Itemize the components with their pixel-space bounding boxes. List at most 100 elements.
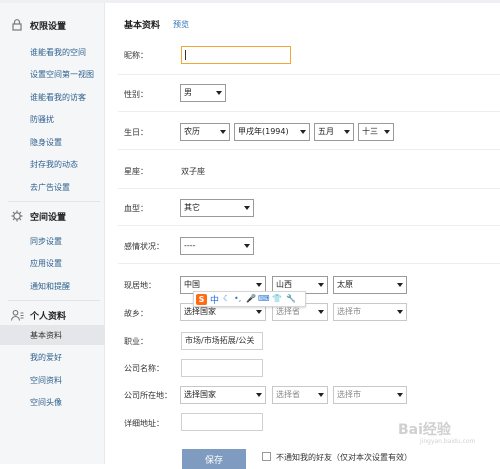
text-caret <box>185 50 186 60</box>
company-city-select[interactable]: 选择市 <box>333 386 407 404</box>
save-button[interactable]: 保存 <box>182 449 246 469</box>
sidebar-item-visitors[interactable]: 谁能看我的访客 <box>0 87 105 107</box>
sidebar-item-notifications[interactable]: 通知和提醒 <box>0 276 105 296</box>
sidebar-item-remove-ads[interactable]: 去广告设置 <box>0 177 105 197</box>
birth-year-select[interactable]: 甲戌年(1994) <box>234 123 310 141</box>
sidebar-item-label: 隐身设置 <box>30 138 62 147</box>
nickname-label: 昵称： <box>124 51 148 60</box>
divider <box>8 300 100 301</box>
calendar-type-value: 农历 <box>184 127 200 136</box>
dropdown-arrow-icon <box>318 393 324 397</box>
dropdown-arrow-icon <box>344 130 350 134</box>
sidebar-item-anti-harassment[interactable]: 防骚扰 <box>0 109 105 129</box>
dropdown-arrow-icon <box>397 393 403 397</box>
sidebar-item-hobbies[interactable]: 我的爱好 <box>0 347 105 367</box>
punctuation-icon[interactable]: •, <box>234 294 241 303</box>
residence-province-value: 山西 <box>276 280 292 289</box>
keyboard-icon[interactable]: ⌨ <box>258 294 270 303</box>
residence-city-select[interactable]: 太原 <box>333 276 407 294</box>
notify-checkbox-label: 不通知我的好友（仅对本次设置有效） <box>276 453 412 462</box>
nickname-input[interactable] <box>181 46 291 64</box>
birth-day-value: 十三 <box>362 127 378 136</box>
sidebar-item-label: 防骚扰 <box>30 115 54 124</box>
sidebar-item-label: 设置空间第一视图 <box>30 70 94 79</box>
section-space-header[interactable]: 空间设置 <box>0 205 105 227</box>
birthday-label: 生日： <box>124 128 148 137</box>
sidebar-item-invisible[interactable]: 隐身设置 <box>0 132 105 152</box>
watermark-text: Bai经验 <box>398 422 451 438</box>
dropdown-arrow-icon <box>244 206 250 210</box>
moon-icon[interactable]: ☾ <box>223 294 230 303</box>
watermark-logo: Bai经验 jingyan.baidu.com <box>398 419 475 445</box>
tools-icon[interactable]: 🔧 <box>286 294 296 303</box>
job-field[interactable]: 市场/市场拓展/公关 <box>181 332 263 350</box>
preview-link[interactable]: 预览 <box>173 19 189 30</box>
hometown-city-select[interactable]: 选择市 <box>333 303 407 321</box>
blood-type-select[interactable]: 其它 <box>180 199 254 217</box>
residence-city-value: 太原 <box>337 280 353 289</box>
company-country-select[interactable]: 选择国家 <box>180 386 266 404</box>
section-title: 空间设置 <box>30 213 67 223</box>
section-title: 个人资料 <box>30 312 67 322</box>
hometown-label: 故乡： <box>124 309 148 318</box>
ime-toolbar[interactable]: S 中 ☾ •, 🎤 ⌨ 👕 🔧 <box>193 291 306 307</box>
company-name-input[interactable] <box>181 359 263 377</box>
ime-mode-indicator[interactable]: 中 <box>210 293 219 306</box>
dropdown-arrow-icon <box>216 91 222 95</box>
birth-year-value: 甲戌年(1994) <box>238 127 289 136</box>
job-value: 市场/市场拓展/公关 <box>185 336 255 345</box>
sidebar-item-space-info[interactable]: 空间资料 <box>0 370 105 390</box>
lock-icon <box>10 18 24 32</box>
section-privacy-header[interactable]: 权限设置 <box>0 14 105 36</box>
calendar-type-select[interactable]: 农历 <box>180 123 230 141</box>
dropdown-arrow-icon <box>318 283 324 287</box>
gender-label: 性别： <box>124 90 148 99</box>
residence-country-value: 中国 <box>184 280 200 289</box>
skin-icon[interactable]: 👕 <box>272 294 282 303</box>
sidebar-item-first-view[interactable]: 设置空间第一视图 <box>0 64 105 84</box>
sidebar-item-label: 我的爱好 <box>30 353 62 362</box>
sidebar-item-space-avatar[interactable]: 空间头像 <box>0 392 105 412</box>
divider <box>118 225 500 226</box>
sidebar-item-label: 去广告设置 <box>30 183 70 192</box>
residence-label: 现居地： <box>124 281 156 290</box>
zodiac-value: 双子座 <box>181 167 205 176</box>
address-input[interactable] <box>181 413 263 431</box>
sidebar-item-basic-info[interactable]: 基本资料 <box>0 325 105 345</box>
gender-value: 男 <box>184 88 192 97</box>
voice-icon[interactable]: 🎤 <box>246 294 256 303</box>
company-province-select[interactable]: 选择省 <box>272 386 328 404</box>
sidebar-item-label: 同步设置 <box>30 237 62 246</box>
sidebar-item-label: 封存我的动态 <box>30 160 78 169</box>
dropdown-arrow-icon <box>256 310 262 314</box>
sidebar-item-archive-feed[interactable]: 封存我的动态 <box>0 154 105 174</box>
dropdown-arrow-icon <box>384 130 390 134</box>
blood-type-value: 其它 <box>184 203 200 212</box>
birth-month-select[interactable]: 五月 <box>314 123 354 141</box>
dropdown-arrow-icon <box>318 310 324 314</box>
birth-day-select[interactable]: 十三 <box>358 123 394 141</box>
relationship-select[interactable]: ---- <box>180 237 254 255</box>
gender-select[interactable]: 男 <box>180 84 226 102</box>
section-profile-header[interactable]: 个人资料 <box>0 304 105 326</box>
sidebar-item-who-can-view-space[interactable]: 谁能看我的空间 <box>0 42 105 62</box>
divider <box>8 201 100 202</box>
notify-checkbox[interactable] <box>262 452 271 461</box>
sidebar-item-label: 应用设置 <box>30 259 62 268</box>
company-city-value: 选择市 <box>337 390 361 399</box>
sidebar-item-label: 空间资料 <box>30 376 62 385</box>
sogou-logo-icon[interactable]: S <box>196 294 207 305</box>
hometown-city-value: 选择市 <box>337 307 361 316</box>
dropdown-arrow-icon <box>397 310 403 314</box>
relationship-value: ---- <box>184 241 196 250</box>
company-province-value: 选择省 <box>276 390 300 399</box>
page-title: 基本资料 <box>124 21 161 31</box>
sidebar-item-label: 基本资料 <box>30 331 62 340</box>
dropdown-arrow-icon <box>220 130 226 134</box>
dropdown-arrow-icon <box>256 283 262 287</box>
divider <box>118 149 500 150</box>
sidebar-item-apps[interactable]: 应用设置 <box>0 253 105 273</box>
sidebar-item-label: 谁能看我的访客 <box>30 93 86 102</box>
sidebar-item-sync[interactable]: 同步设置 <box>0 231 105 251</box>
zodiac-label: 星座： <box>124 167 148 176</box>
